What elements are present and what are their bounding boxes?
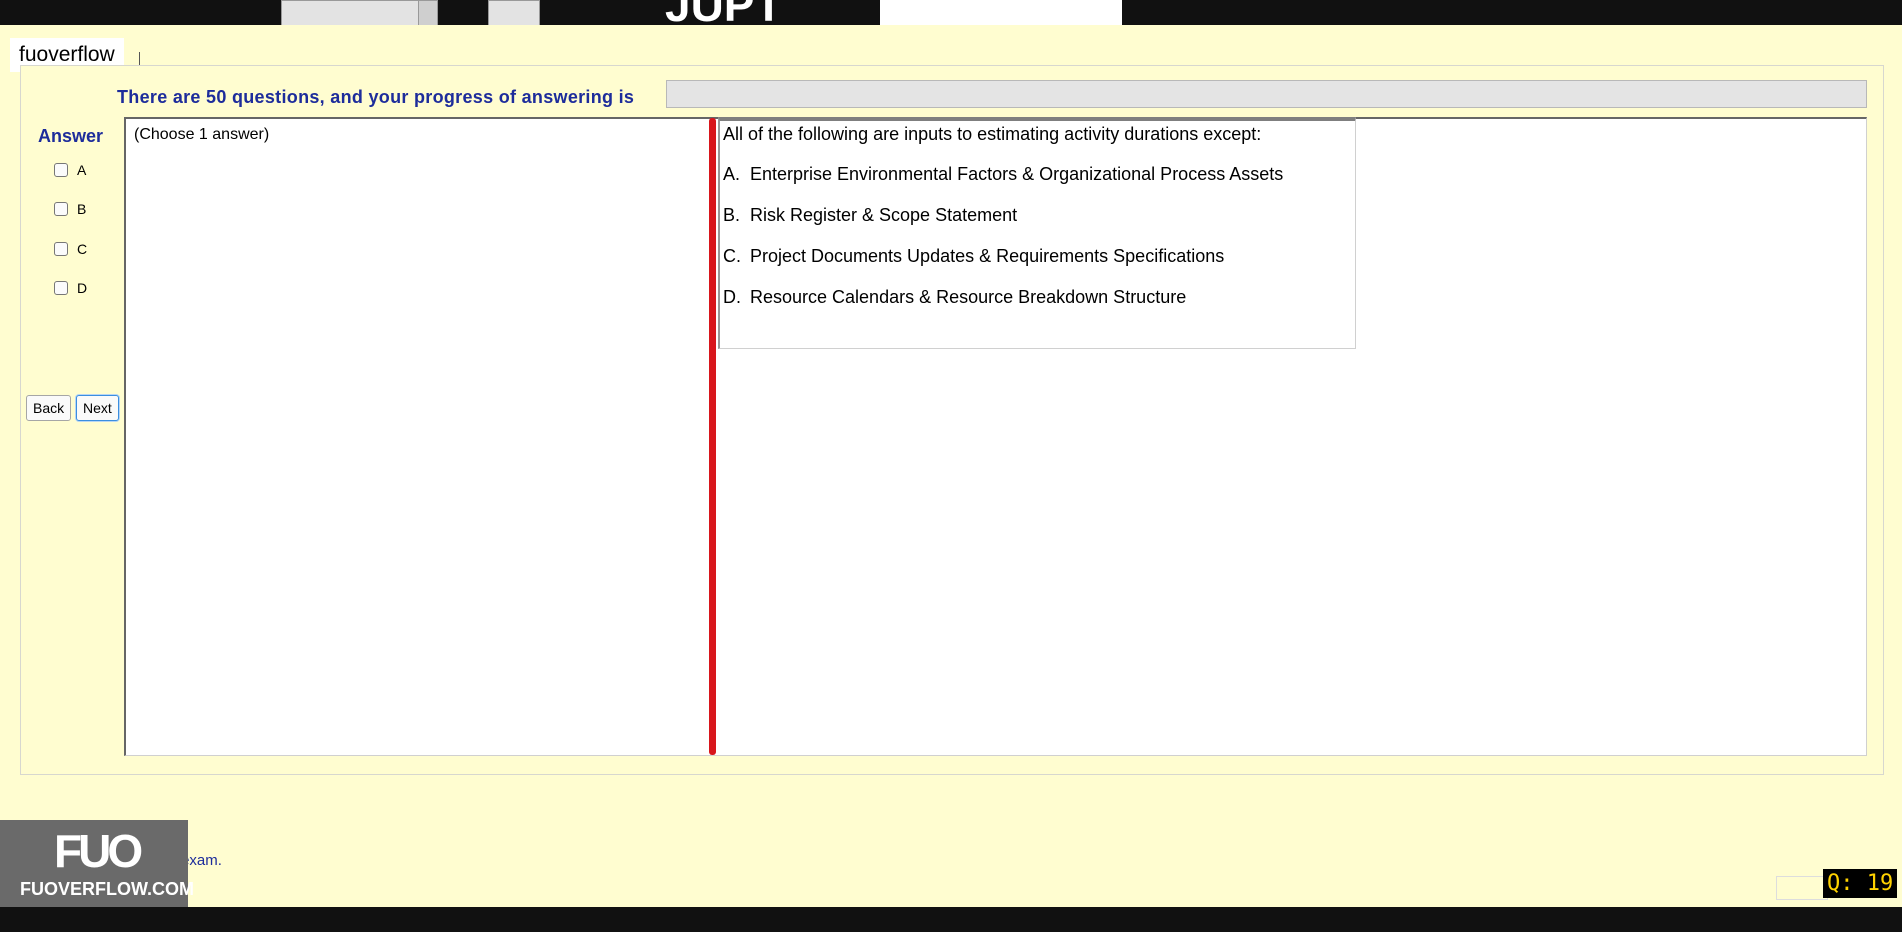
option-label: B [77, 201, 87, 217]
question-counter: Q: 19 [1823, 869, 1898, 898]
question-choice-d: D. Resource Calendars & Resource Breakdow… [723, 287, 1186, 308]
answer-option-a[interactable]: A [54, 160, 86, 180]
question-text: All of the following are inputs to estim… [723, 124, 1262, 144]
checkbox[interactable] [54, 242, 68, 256]
option-label: D [77, 280, 88, 296]
choose-instruction: (Choose 1 answer) [134, 126, 270, 143]
question-choice-a: A. Enterprise Environmental Factors & Org… [723, 164, 1283, 185]
answer-option-d[interactable]: D [54, 278, 87, 298]
answer-option-c[interactable]: C [54, 239, 87, 259]
option-label: C [77, 241, 88, 257]
choice-letter: D. [723, 287, 741, 307]
footer-small-input[interactable] [1776, 876, 1828, 900]
dropdown-arrow-icon[interactable] [418, 1, 437, 25]
checkbox[interactable] [54, 202, 68, 216]
choice-text: Resource Calendars & Resource Breakdown … [750, 287, 1187, 307]
choice-letter: B. [723, 205, 741, 225]
option-label: A [77, 162, 87, 178]
top-dropdown[interactable] [281, 0, 438, 25]
next-button[interactable]: Next [76, 395, 119, 421]
back-button[interactable]: Back [26, 395, 72, 421]
choice-text: Risk Register & Scope Statement [750, 205, 1018, 225]
bottom-bar [0, 907, 1902, 932]
answer-title: Answer [38, 126, 104, 146]
question-choice-b: B. Risk Register & Scope Statement [723, 205, 1017, 226]
choice-text: Enterprise Environmental Factors & Organ… [750, 164, 1284, 184]
checkbox[interactable] [54, 163, 68, 177]
answer-option-b[interactable]: B [54, 199, 86, 219]
logo-url: FUOVERFLOW.COM [20, 879, 194, 899]
top-toolbar: JUPT [0, 0, 1902, 25]
checkbox[interactable] [54, 281, 68, 295]
top-small-control[interactable] [488, 0, 540, 25]
question-choice-c: C. Project Documents Updates & Requiremen… [723, 246, 1224, 267]
top-input[interactable] [880, 0, 1122, 25]
choice-text: Project Documents Updates & Requirements… [750, 246, 1225, 266]
question-box [718, 117, 1356, 349]
choice-letter: A. [723, 164, 741, 184]
pane-splitter[interactable] [709, 118, 716, 755]
choice-letter: C. [723, 246, 741, 266]
logo-mark: FUO [54, 825, 143, 877]
progress-label: There are 50 questions, and your progres… [117, 87, 635, 107]
fuoverflow-logo: FUO FUOVERFLOW.COM [0, 820, 194, 907]
progress-bar [666, 80, 1867, 108]
header-title: JUPT [665, 0, 783, 25]
